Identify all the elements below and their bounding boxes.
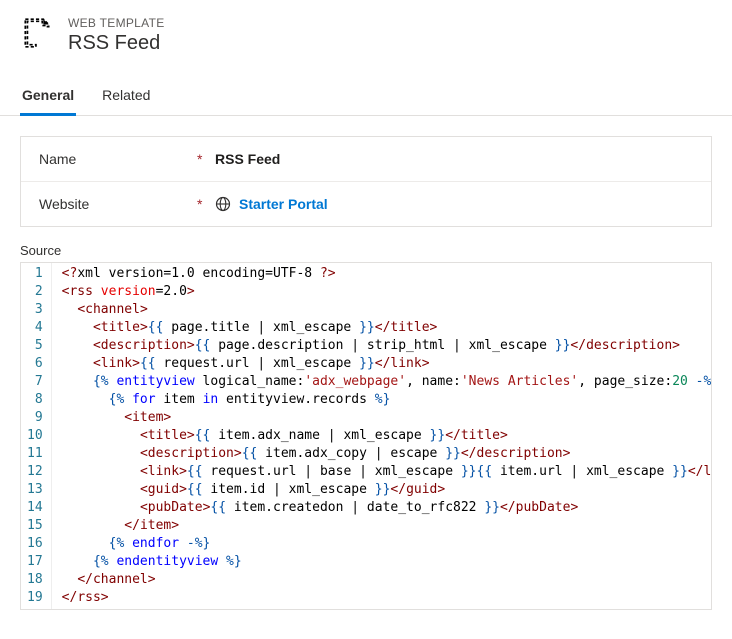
- source-section: Source 12345678910111213141516171819 <?x…: [20, 243, 712, 610]
- field-website-value[interactable]: Starter Portal: [215, 196, 328, 212]
- line-number: 19: [27, 589, 43, 607]
- line-number: 14: [27, 499, 43, 517]
- line-number: 6: [27, 355, 43, 373]
- code-line[interactable]: {% endentityview %}: [62, 553, 707, 571]
- globe-icon: [215, 196, 231, 212]
- code-line[interactable]: <channel>: [62, 301, 707, 319]
- code-line[interactable]: {% for item in entityview.records %}: [62, 391, 707, 409]
- code-content[interactable]: <?xml version=1.0 encoding=UTF-8 ?><rss …: [52, 263, 711, 609]
- code-line[interactable]: </rss>: [62, 589, 707, 607]
- required-indicator: *: [197, 151, 207, 167]
- file-code-icon: [20, 16, 54, 50]
- code-line[interactable]: <?xml version=1.0 encoding=UTF-8 ?>: [62, 265, 707, 283]
- code-line[interactable]: <link>{{ request.url | base | xml_escape…: [62, 463, 707, 481]
- code-line[interactable]: <description>{{ page.description | strip…: [62, 337, 707, 355]
- code-line[interactable]: </channel>: [62, 571, 707, 589]
- field-name-label: Name: [39, 151, 189, 167]
- code-line[interactable]: <guid>{{ item.id | xml_escape }}</guid>: [62, 481, 707, 499]
- code-line[interactable]: {% endfor -%}: [62, 535, 707, 553]
- code-line[interactable]: <pubDate>{{ item.createdon | date_to_rfc…: [62, 499, 707, 517]
- line-number: 18: [27, 571, 43, 589]
- line-number: 12: [27, 463, 43, 481]
- tab-bar: General Related: [0, 79, 732, 116]
- code-line[interactable]: <title>{{ page.title | xml_escape }}</ti…: [62, 319, 707, 337]
- code-line[interactable]: {% entityview logical_name:'adx_webpage'…: [62, 373, 707, 391]
- line-number: 3: [27, 301, 43, 319]
- line-number: 9: [27, 409, 43, 427]
- form-panel: Name * RSS Feed Website * Starter Portal: [20, 136, 712, 227]
- page-title: RSS Feed: [68, 32, 165, 55]
- line-number: 8: [27, 391, 43, 409]
- tab-related[interactable]: Related: [100, 79, 152, 116]
- line-number: 11: [27, 445, 43, 463]
- required-indicator: *: [197, 196, 207, 212]
- code-line[interactable]: <description>{{ item.adx_copy | escape }…: [62, 445, 707, 463]
- code-line[interactable]: <item>: [62, 409, 707, 427]
- website-link-text: Starter Portal: [239, 196, 328, 212]
- code-line[interactable]: </item>: [62, 517, 707, 535]
- line-number: 4: [27, 319, 43, 337]
- field-name-row: Name * RSS Feed: [21, 137, 711, 182]
- entity-type-label: WEB TEMPLATE: [68, 16, 165, 30]
- line-number: 13: [27, 481, 43, 499]
- line-number: 1: [27, 265, 43, 283]
- code-line[interactable]: <link>{{ request.url | xml_escape }}</li…: [62, 355, 707, 373]
- page-header: WEB TEMPLATE RSS Feed: [0, 0, 732, 79]
- code-line[interactable]: <title>{{ item.adx_name | xml_escape }}<…: [62, 427, 707, 445]
- line-number: 17: [27, 553, 43, 571]
- line-number: 16: [27, 535, 43, 553]
- tab-general[interactable]: General: [20, 79, 76, 116]
- line-number: 2: [27, 283, 43, 301]
- field-name-value[interactable]: RSS Feed: [215, 151, 280, 167]
- code-editor[interactable]: 12345678910111213141516171819 <?xml vers…: [20, 262, 712, 610]
- code-line[interactable]: <rss version=2.0>: [62, 283, 707, 301]
- line-number: 5: [27, 337, 43, 355]
- line-number: 7: [27, 373, 43, 391]
- line-number: 15: [27, 517, 43, 535]
- line-number: 10: [27, 427, 43, 445]
- field-website-row: Website * Starter Portal: [21, 182, 711, 226]
- line-gutter: 12345678910111213141516171819: [21, 263, 52, 609]
- source-label: Source: [20, 243, 712, 262]
- field-website-label: Website: [39, 196, 189, 212]
